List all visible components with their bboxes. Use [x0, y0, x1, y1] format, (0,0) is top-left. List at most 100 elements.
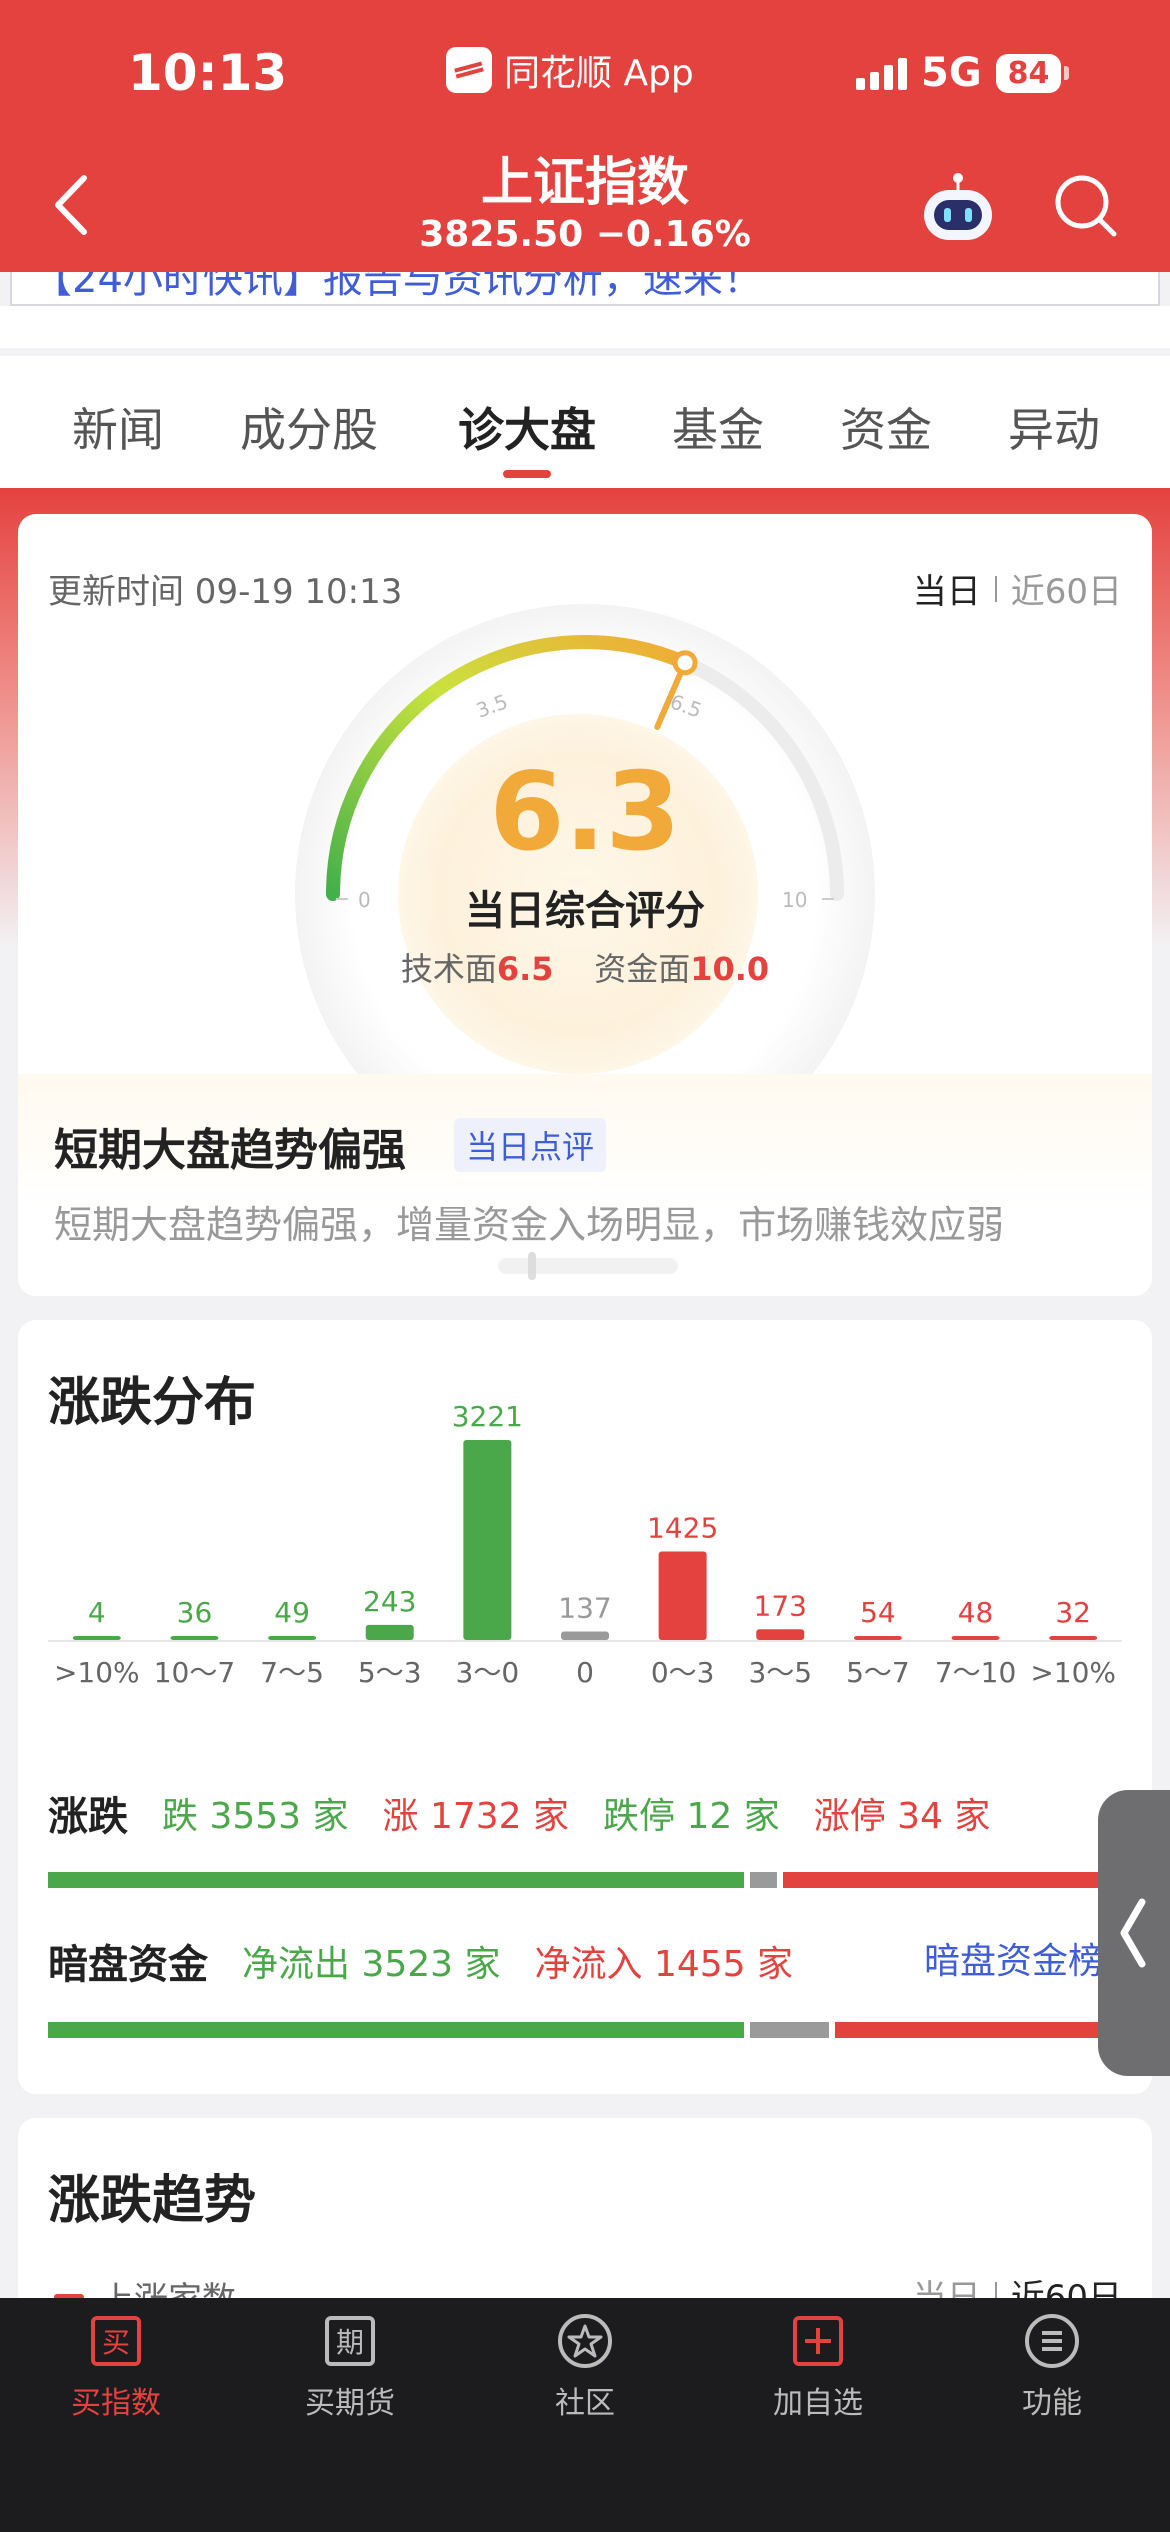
nav-add-watchlist[interactable]: 加自选: [728, 2312, 908, 2422]
bottom-nav: 买 买指数 期 买期货 社区 加自选 功能: [0, 2298, 1170, 2532]
down-segment: [48, 1872, 744, 1888]
up-segment: [782, 1872, 1122, 1888]
nav-community[interactable]: 社区: [495, 2312, 675, 2422]
community-icon: [558, 2314, 612, 2368]
status-app-name: 同花顺 App: [504, 53, 694, 94]
fund-value: 10.0: [690, 950, 770, 988]
net-outflow-count: 净流出 3523 家: [242, 1944, 501, 1985]
nav-buy-index-label: 买指数: [71, 2386, 161, 2421]
down-count: 跌 3553 家: [162, 1796, 349, 1837]
dark-pool-ratio-bar: [48, 2022, 1122, 2038]
bar-value-label: 54: [860, 1596, 896, 1629]
bar-category-label: 0～3: [651, 1656, 715, 1689]
bar-value-label: 243: [363, 1585, 416, 1618]
score-breakdown: 技术面6.5 资金面10.0: [18, 944, 1152, 990]
side-drawer-handle[interactable]: [1098, 1790, 1170, 2076]
tab-constituents[interactable]: 成分股: [240, 394, 378, 460]
bar-value-label: 49: [274, 1596, 310, 1629]
distribution-bar[interactable]: [463, 1440, 512, 1640]
chevron-left-icon: [1120, 1898, 1146, 1968]
gauge-needle-knob: [672, 650, 698, 676]
score-value: 6.3: [489, 750, 681, 875]
nav-buy-futures[interactable]: 期 买期货: [260, 2312, 440, 2422]
search-icon[interactable]: [1052, 172, 1118, 238]
news-strip[interactable]: 【24小时快讯】报告与资讯分析，速来！: [10, 272, 1160, 306]
distribution-bar[interactable]: [72, 1636, 121, 1640]
tech-value: 6.5: [496, 950, 554, 988]
distribution-bar[interactable]: [756, 1629, 805, 1640]
futures-icon: 期: [325, 2316, 375, 2366]
bar-category-label: 3～5: [748, 1656, 812, 1689]
tab-funds[interactable]: 基金: [672, 394, 764, 460]
dark-pool-label: 暗盘资金: [48, 1942, 208, 1988]
tab-bar: 新闻 成分股 诊大盘 基金 资金 异动: [0, 356, 1170, 488]
distribution-bar[interactable]: [365, 1624, 414, 1640]
svg-text:期: 期: [336, 2326, 364, 2359]
nav-buy-futures-label: 买期货: [305, 2386, 395, 2421]
review-text[interactable]: 短期大盘趋势偏强，增量资金入场明显，市场赚钱效应弱: [54, 1194, 1004, 1249]
bar-category-label: 3～0: [456, 1656, 520, 1689]
distribution-bar[interactable]: [268, 1636, 317, 1640]
nav-community-label: 社区: [555, 2386, 615, 2421]
bar-value-label: 36: [177, 1596, 213, 1629]
bar-category-label: >10%: [1030, 1656, 1116, 1689]
distribution-bar[interactable]: [561, 1631, 609, 1640]
nav-functions-label: 功能: [1022, 2386, 1082, 2421]
limit-up-count: 涨停 34 家: [813, 1796, 991, 1837]
limit-down-count: 跌停 12 家: [603, 1796, 780, 1837]
neutral-segment: [749, 2022, 829, 2038]
distribution-bar[interactable]: [853, 1636, 902, 1640]
bar-value-label: 4: [88, 1596, 106, 1629]
updown-ratio-bar: [48, 1872, 1122, 1888]
bar-value-label: 48: [958, 1596, 994, 1629]
battery-icon: 84: [995, 53, 1070, 93]
review-title: 短期大盘趋势偏强: [54, 1125, 406, 1176]
updown-row: 涨跌 跌 3553 家 涨 1732 家 跌停 12 家 涨停 34 家: [48, 1784, 990, 1842]
app-logo-icon: [446, 47, 492, 93]
market-score-card: 更新时间 09-19 10:13 当日 近60日 0 10 3.5 6.5 6.…: [18, 514, 1152, 1296]
dark-pool-ranking-link[interactable]: 暗盘资金榜: [924, 1932, 1104, 1984]
robot-assistant-icon[interactable]: [920, 170, 996, 246]
signal-icon: [856, 56, 907, 90]
distribution-bar[interactable]: [951, 1636, 1000, 1640]
trend-title: 涨跌趋势: [48, 2171, 257, 2231]
bar-category-label: 7～10: [935, 1656, 1016, 1689]
tab-market-diagnosis[interactable]: 诊大盘: [458, 394, 596, 460]
up-count: 涨 1732 家: [382, 1796, 570, 1837]
bar-category-label: >10%: [54, 1656, 140, 1689]
updown-distribution-card: 涨跌分布 4 >10% 36 10～7 49 7～5 243 5～3 3221 3～0 137 0 14…: [18, 1320, 1152, 2094]
net-inflow-count: 净流入 1455 家: [534, 1944, 794, 1985]
distribution-bar-chart: 4 >10% 36 10～7 49 7～5 243 5～3 3221 3～0 137 0 1425 0～3…: [48, 1400, 1122, 1689]
distribution-bar[interactable]: [1049, 1636, 1098, 1640]
nav-buy-index[interactable]: 买 买指数: [26, 2312, 206, 2422]
bar-value-label: 173: [754, 1589, 807, 1622]
bar-value-label: 137: [558, 1591, 611, 1624]
status-app-indicator[interactable]: 同花顺 App: [446, 44, 694, 96]
loading-indicator-icon: [498, 1252, 678, 1280]
distribution-bar[interactable]: [170, 1636, 219, 1640]
tab-news[interactable]: 新闻: [72, 394, 164, 460]
tab-active-indicator: [503, 470, 551, 478]
news-strip-text: 【24小时快讯】报告与资讯分析，速来！: [32, 272, 763, 302]
outflow-segment: [48, 2022, 744, 2038]
status-time: 10:13: [128, 44, 288, 102]
nav-functions[interactable]: 功能: [962, 2312, 1142, 2422]
bar-value-label: 32: [1055, 1596, 1091, 1629]
menu-icon: [1025, 2314, 1079, 2368]
tech-label: 技术面: [400, 950, 497, 988]
distribution-bar[interactable]: [658, 1551, 707, 1640]
inflow-segment: [834, 2022, 1122, 2038]
updown-label: 涨跌: [48, 1794, 128, 1840]
bar-category-label: 7～5: [260, 1656, 324, 1689]
tab-capital[interactable]: 资金: [840, 394, 932, 460]
status-right: 5G 84: [856, 50, 1070, 96]
dark-pool-row: 暗盘资金 净流出 3523 家 净流入 1455 家: [48, 1932, 793, 1990]
bar-value-label: 1425: [647, 1512, 718, 1545]
tab-movers[interactable]: 异动: [1008, 394, 1100, 460]
bar-category-label: 10～7: [154, 1656, 235, 1689]
network-type: 5G: [921, 50, 982, 96]
daily-review-tag[interactable]: 当日点评: [454, 1118, 607, 1172]
score-label: 当日综合评分: [465, 888, 705, 934]
fund-label: 资金面: [594, 950, 691, 988]
app-header: 10:13 同花顺 App 5G 84 上证指数 3825.50 −0.16%: [0, 0, 1170, 272]
